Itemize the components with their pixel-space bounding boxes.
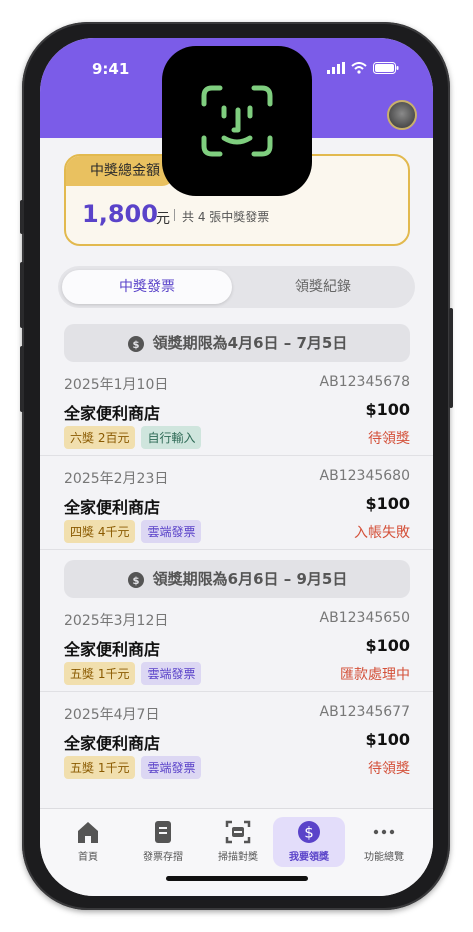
invoice-count: 共 4 張中獎發票: [182, 210, 270, 224]
claim-status: 入帳失敗: [354, 525, 410, 541]
store-name: 全家便利商店: [64, 404, 161, 423]
source-badge: 雲端發票: [141, 756, 202, 779]
total-prize-unit: 元: [156, 211, 170, 227]
invoice-number: AB12345680: [319, 468, 410, 484]
claim-period-banner: $ 領獎期限為6月6日 – 9月5日: [64, 560, 410, 598]
home-icon: [78, 822, 98, 843]
source-badge: 雲端發票: [141, 520, 202, 543]
svg-text:$: $: [132, 576, 139, 587]
invoice-date: 2025年1月10日: [64, 377, 169, 393]
tab-home[interactable]: 首頁: [53, 819, 123, 863]
clock-dollar-icon: $: [127, 571, 144, 588]
bottom-tab-bar: 首頁 發票存摺 掃描對獎 $ 我要領獎 功能總覽: [40, 808, 433, 896]
invoice-date: 2025年2月23日: [64, 471, 169, 487]
total-prize-label: 中獎總金額: [66, 156, 174, 186]
store-name: 全家便利商店: [64, 734, 161, 753]
more-icon: [373, 829, 395, 835]
tab-label: 我要領獎: [289, 852, 329, 863]
row-divider: [40, 455, 433, 456]
tab-claim-records[interactable]: 領獎紀錄: [238, 270, 408, 304]
invoice-number: AB12345677: [319, 704, 410, 720]
row-divider: [40, 691, 433, 692]
claim-status: 待領獎: [368, 431, 410, 447]
segmented-control: 中獎發票 領獎紀錄: [58, 266, 415, 308]
volume-up-button: [20, 262, 24, 328]
clock-dollar-icon: $: [127, 335, 144, 352]
tab-label: 發票存摺: [143, 852, 183, 863]
prize-badge: 五獎 1千元: [64, 662, 136, 685]
signal-icon: [327, 62, 345, 74]
tab-label: 功能總覽: [364, 852, 404, 863]
claim-period-banner: $ 領獎期限為4月6日 – 7月5日: [64, 324, 410, 362]
invoice-date: 2025年4月7日: [64, 707, 160, 723]
prize-badge: 四獎 4千元: [64, 520, 136, 543]
mute-switch: [20, 200, 24, 234]
prize-badge: 五獎 1千元: [64, 756, 136, 779]
invoice-row[interactable]: 2025年1月10日 AB12345678 全家便利商店 $100 六獎 2百元…: [64, 374, 410, 466]
home-indicator: [166, 876, 308, 881]
scan-icon: [225, 820, 251, 844]
invoice-number: AB12345678: [319, 374, 410, 390]
total-prize-amount: 1,800: [82, 200, 158, 228]
claim-status: 匯款處理中: [340, 667, 410, 683]
invoice-row[interactable]: 2025年4月7日 AB12345677 全家便利商店 $100 五獎 1千元 …: [64, 704, 410, 796]
store-name: 全家便利商店: [64, 640, 161, 659]
battery-icon: [373, 62, 399, 74]
prize-badge: 六獎 2百元: [64, 426, 136, 449]
invoice-row[interactable]: 2025年2月23日 AB12345680 全家便利商店 $100 四獎 4千元…: [64, 468, 410, 560]
invoice-row[interactable]: 2025年3月12日 AB12345650 全家便利商店 $100 五獎 1千元…: [64, 610, 410, 702]
invoice-amount: $100: [365, 494, 410, 513]
invoice-amount: $100: [365, 636, 410, 655]
tab-label: 掃描對獎: [218, 852, 258, 863]
source-badge: 雲端發票: [141, 662, 202, 685]
source-badge: 自行輸入: [141, 426, 202, 449]
tab-more[interactable]: 功能總覽: [349, 819, 419, 863]
tab-claim-prize[interactable]: $ 我要領獎: [274, 819, 344, 863]
status-time: 9:41: [92, 60, 130, 78]
invoice-date: 2025年3月12日: [64, 613, 169, 629]
svg-text:$: $: [304, 824, 314, 842]
volume-down-button: [20, 346, 24, 412]
dollar-icon: $: [298, 821, 320, 843]
claim-status: 待領獎: [368, 761, 410, 777]
receipt-icon: [155, 821, 171, 843]
face-id-icon: [201, 85, 273, 157]
row-divider: [40, 549, 433, 550]
invoice-amount: $100: [365, 400, 410, 419]
svg-text:$: $: [132, 340, 139, 351]
invoice-amount: $100: [365, 730, 410, 749]
invoice-number: AB12345650: [319, 610, 410, 626]
avatar[interactable]: [387, 100, 417, 130]
claim-period-text: 領獎期限為6月6日 – 9月5日: [152, 570, 348, 588]
tab-winning-invoices[interactable]: 中獎發票: [62, 270, 232, 304]
status-icons: [327, 62, 399, 74]
tab-scan[interactable]: 掃描對獎: [203, 819, 273, 863]
tab-invoice-book[interactable]: 發票存摺: [128, 819, 198, 863]
divider: [174, 209, 175, 221]
store-name: 全家便利商店: [64, 498, 161, 517]
wifi-icon: [351, 62, 367, 74]
power-button: [449, 308, 453, 408]
claim-period-text: 領獎期限為4月6日 – 7月5日: [152, 334, 348, 352]
face-id-overlay: [162, 46, 312, 196]
tab-label: 首頁: [78, 852, 98, 863]
